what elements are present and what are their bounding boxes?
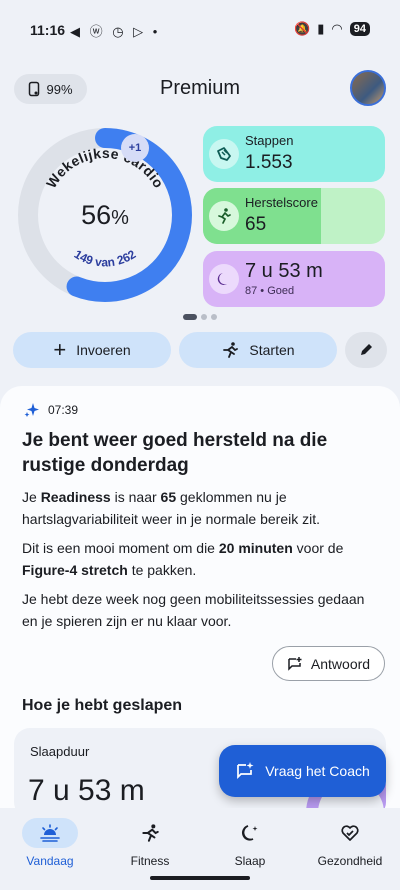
insight-time: 07:39 [48,403,79,417]
page-dot [211,314,217,320]
nav-fitness-label: Fitness [130,854,170,868]
running-figure-icon [223,342,239,358]
nav-health[interactable]: Gezondheid [300,818,400,868]
plus-icon: + [53,337,67,362]
recovery-label: Herstelscore [245,195,318,210]
sleep-duration-label: Slaapduur [30,744,90,759]
gesture-handle [150,876,250,880]
nav-sleep-label: Slaap [234,854,266,868]
shoe-icon [209,139,239,169]
insight-paragraph-2: Dit is een mooi moment om die 20 minuten… [22,540,344,578]
page-dot [201,314,207,320]
chat-plus-icon [288,656,302,671]
insight-paragraph-3: Je hebt deze week nog geen mobiliteitsse… [22,591,365,629]
cardio-percent: 56% [14,200,196,231]
edit-button[interactable] [345,332,387,368]
nav-today-label: Vandaag [26,854,74,868]
cardio-percent-value: 56 [81,200,112,230]
cardio-progress-text: 149 van 262 [72,247,139,270]
cardio-badge: +1 [121,134,149,162]
page-indicator [183,314,217,320]
sleep-card-small[interactable]: 7 u 53 m 87 • Goed [203,251,385,307]
status-bar: 11:16 ◀ ⓦ ◷ ▷ • 🔕 ▮ ◠ 94 [0,0,400,40]
reply-label: Antwoord [310,655,371,672]
steps-card[interactable]: Stappen 1.553 [203,126,385,182]
steps-label: Stappen [245,133,294,148]
steps-value: 1.553 [245,152,293,173]
insight-header: 07:39 [24,402,78,418]
cardio-percent-symbol: % [111,207,129,229]
pencil-icon [361,344,372,355]
sparkle-icon [24,403,39,417]
nav-sleep[interactable]: Slaap [200,818,300,868]
ask-coach-button[interactable]: Vraag het Coach [219,745,386,797]
enter-button[interactable]: + Invoeren [13,332,171,368]
ask-coach-label: Vraag het Coach [265,763,370,779]
nav-today[interactable]: Vandaag [0,818,100,868]
chat-sparkle-icon [237,762,254,780]
running-figure-icon [122,818,178,848]
moon-icon [222,818,278,848]
mute-icon: 🔕 [294,21,311,36]
heart-check-icon [322,818,378,848]
battery-indicator: 94 [349,22,370,36]
insight-paragraph-1: Je Readiness is naar 65 geklommen nu je … [22,489,321,527]
nav-health-label: Gezondheid [317,854,383,868]
nav-fitness[interactable]: Fitness [100,818,200,868]
running-figure-icon [209,201,239,231]
recovery-value: 65 [245,214,267,235]
avatar[interactable] [350,70,386,106]
sleep-duration-big: 7 u 53 m [28,774,145,807]
sleep-duration-value: 7 u 53 m [245,260,323,282]
reply-button[interactable]: Antwoord [272,646,385,681]
sun-horizon-icon [22,818,78,848]
moon-icon [209,264,239,294]
start-button[interactable]: Starten [179,332,337,368]
insight-title: Je bent weer goed hersteld na die rustig… [22,430,328,476]
recovery-card[interactable]: Herstelscore 65 [203,188,385,244]
status-time: 11:16 [30,22,66,38]
sleep-section-title: Hoe je hebt geslapen [22,697,183,714]
wifi-icon: ◠ [331,21,343,36]
enter-label: Invoeren [76,342,131,358]
status-right: 🔕 ▮ ◠ 94 [294,21,370,37]
weekly-cardio-ring[interactable]: Wekelijkse cardio 149 van 262 +1 56% [14,124,196,306]
sleep-score: 87 • Goed [245,285,295,297]
notification-icons: ◀ ⓦ ◷ ▷ • [70,24,161,39]
page-title: Premium [159,77,240,99]
signal-icon: ▮ [317,21,325,36]
start-label: Starten [249,342,295,358]
page-dot-active [183,314,197,320]
